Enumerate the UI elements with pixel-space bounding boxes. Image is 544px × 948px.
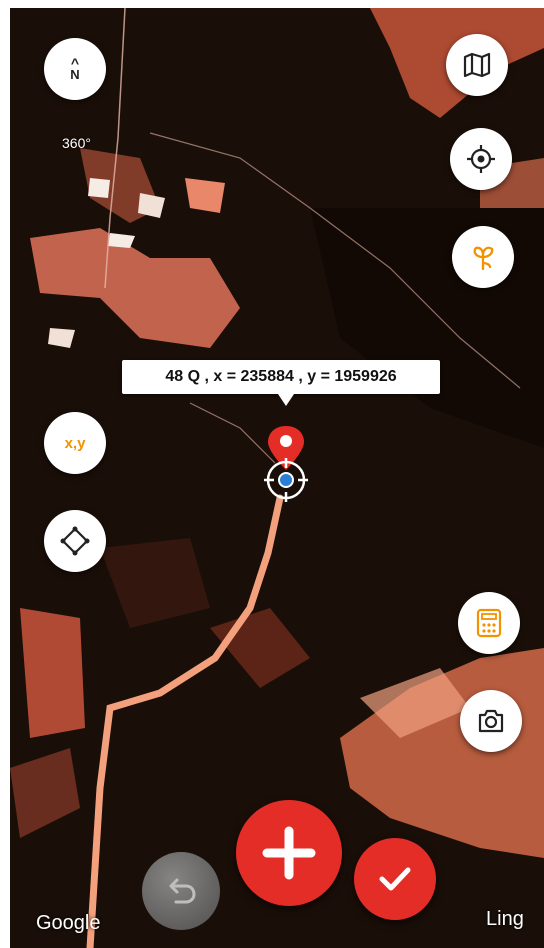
polygon-icon bbox=[60, 526, 90, 556]
xy-label: x,y bbox=[64, 434, 86, 452]
plus-icon bbox=[262, 826, 316, 880]
map-screen: ^ N 360° x,y 48 Q , x = 235884 , y = 195… bbox=[10, 8, 544, 948]
confirm-button[interactable] bbox=[354, 838, 436, 920]
google-attribution: Google bbox=[36, 912, 101, 934]
calculator-button[interactable] bbox=[458, 592, 520, 654]
undo-icon bbox=[169, 878, 196, 904]
compass-bearing: 360° bbox=[62, 135, 91, 151]
coordinates-tooltip: 48 Q , x = 235884 , y = 1959926 bbox=[122, 360, 440, 406]
map-icon bbox=[463, 52, 491, 78]
camera-button[interactable] bbox=[460, 690, 522, 752]
xy-coordinates-button[interactable]: x,y bbox=[44, 412, 106, 474]
plant-button[interactable] bbox=[452, 226, 514, 288]
calculator-icon bbox=[476, 608, 502, 638]
add-point-button[interactable] bbox=[236, 800, 342, 906]
crosshair-icon bbox=[467, 145, 495, 173]
my-location-button[interactable] bbox=[450, 128, 512, 190]
polygon-button[interactable] bbox=[44, 510, 106, 572]
plant-icon bbox=[473, 246, 494, 271]
camera-icon bbox=[478, 709, 504, 733]
undo-button[interactable] bbox=[142, 852, 220, 930]
north-indicator: ^ N bbox=[70, 55, 80, 82]
compass-button[interactable]: ^ N bbox=[44, 38, 106, 100]
checkmark-icon bbox=[379, 867, 411, 891]
location-pin-icon[interactable] bbox=[260, 422, 320, 512]
map-layers-button[interactable] bbox=[446, 34, 508, 96]
brand-label: Ling bbox=[486, 908, 524, 930]
